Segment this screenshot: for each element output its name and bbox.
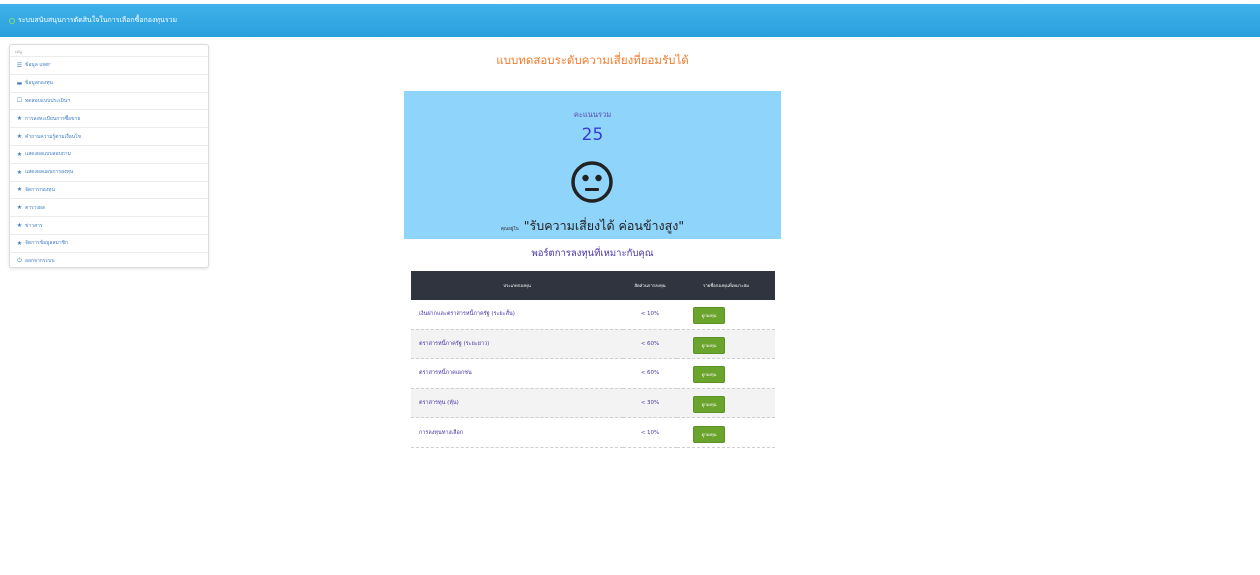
sidebar-item-label: ออกจากระบบ bbox=[25, 258, 55, 265]
sidebar-item-label: คำถามความรู้ตามเงื่อนไข bbox=[25, 133, 82, 140]
risk-result: คุณอยู่ใน "รับความเสี่ยงได้ ค่อนข้างสูง" bbox=[404, 215, 781, 236]
view-funds-button[interactable]: ดูกองทุน bbox=[693, 396, 725, 414]
sidebar-item-trade-registration[interactable]: ★ การลงทะเบียนการซื้อขาย bbox=[10, 109, 208, 127]
sidebar-item-label: ข้อมูล user bbox=[25, 62, 51, 69]
sidebar-item-label: แสดงผลแบบสอบถาม bbox=[25, 151, 71, 158]
star-icon: ★ bbox=[16, 204, 23, 212]
checkbox-icon: ☐ bbox=[16, 97, 23, 105]
brand-link[interactable]: ระบบสนับสนุนการตัดสินใจในการเลือกซื้อกอง… bbox=[9, 15, 177, 26]
sidebar-item-manage-members[interactable]: ★ จัดการข้อมูลสมาชิก bbox=[10, 233, 208, 252]
sidebar-item-label: ข้อมูลกองทุน bbox=[25, 80, 53, 87]
sidebar-item-survey-results[interactable]: ★ แสดงผลแบบสอบถาม bbox=[10, 144, 208, 163]
sidebar-item-label: จัดการกองทุน bbox=[25, 186, 55, 193]
circle-logo-icon bbox=[9, 17, 15, 24]
score-panel: คะแนนรวม 25 คุณอยู่ใน "รับความเสี่ยงได้ … bbox=[404, 91, 781, 239]
sidebar-item-investment-plan[interactable]: ★ แสดงผลแผนการลงทุน bbox=[10, 162, 208, 181]
table-header-row: ประเภทกองทุน สัดส่วนการลงทุน รายชื่อกองท… bbox=[411, 271, 775, 300]
fund-type-cell: ตราสารหนี้ภาครัฐ (ระยะยาว) bbox=[411, 329, 623, 360]
score-label: คะแนนรวม bbox=[573, 110, 612, 119]
sidebar-section-label: เมนู bbox=[15, 49, 22, 54]
sidebar-item-user-data[interactable]: ☰ ข้อมูล user bbox=[10, 56, 208, 74]
action-cell: ดูกองทุน bbox=[677, 388, 775, 419]
table-row: การลงทุนทางเลือก < 10% ดูกองทุน bbox=[411, 417, 775, 448]
sidebar-item-manage-funds[interactable]: ★ จัดการกองทุน bbox=[10, 180, 208, 199]
sidebar-item-label: แสดงผลแผนการลงทุน bbox=[25, 169, 74, 176]
star-icon: ★ bbox=[16, 168, 23, 176]
view-funds-button[interactable]: ดูกองทุน bbox=[693, 425, 725, 443]
app-title: ระบบสนับสนุนการตัดสินใจในการเลือกซื้อกอง… bbox=[18, 16, 178, 24]
top-navbar: ระบบสนับสนุนการตัดสินใจในการเลือกซื้อกอง… bbox=[0, 4, 1260, 37]
portfolio-table: ประเภทกองทุน สัดส่วนการลงทุน รายชื่อกองท… bbox=[411, 271, 775, 448]
neutral-face-icon bbox=[571, 161, 613, 203]
score-value: 25 bbox=[581, 125, 604, 145]
sidebar-item-label: ทดสอบแบบประเมินฯ bbox=[25, 97, 71, 104]
allocation-cell: < 30% bbox=[623, 388, 677, 419]
sidebar-item-fund-data[interactable]: ▬ ข้อมูลกองทุน bbox=[10, 73, 208, 92]
folder-icon: ▬ bbox=[16, 79, 23, 87]
star-icon: ★ bbox=[16, 222, 23, 230]
star-icon: ★ bbox=[16, 133, 23, 141]
column-header-suggested-funds: รายชื่อกองทุนที่เหมาะสม bbox=[677, 271, 775, 300]
star-icon: ★ bbox=[16, 239, 23, 247]
allocation-cell: < 10% bbox=[623, 417, 677, 448]
action-cell: ดูกองทุน bbox=[677, 417, 775, 448]
sidebar-item-knowledge-questions[interactable]: ★ คำถามความรู้ตามเงื่อนไข bbox=[10, 127, 208, 145]
list-icon: ☰ bbox=[16, 61, 23, 69]
view-funds-button[interactable]: ดูกองทุน bbox=[693, 366, 725, 384]
action-cell: ดูกองทุน bbox=[677, 329, 775, 360]
allocation-cell: < 60% bbox=[623, 358, 677, 389]
sidebar-item-logout[interactable]: ⏻ ออกจากระบบ bbox=[10, 251, 208, 270]
table-row: เงินฝากและตราสารหนี้ภาครัฐ (ระยะสั้น) < … bbox=[411, 300, 775, 330]
sidebar-item-assessment-test[interactable]: ☐ ทดสอบแบบประเมินฯ bbox=[10, 91, 208, 110]
sidebar-item-result-table[interactable]: ★ ตารางผล bbox=[10, 198, 208, 216]
table-row: ตราสารหนี้ภาครัฐ (ระยะยาว) < 60% ดูกองทุ… bbox=[411, 329, 775, 360]
fund-type-cell: ตราสารทุน (หุ้น) bbox=[411, 388, 623, 419]
sidebar-item-label: ตารางผล bbox=[25, 204, 45, 211]
sidebar-item-news[interactable]: ★ ข่าวสาร bbox=[10, 216, 208, 234]
view-funds-button[interactable]: ดูกองทุน bbox=[693, 336, 725, 354]
column-header-allocation: สัดส่วนการลงทุน bbox=[623, 271, 677, 300]
result-prefix: คุณอยู่ใน bbox=[500, 227, 519, 232]
table-row: ตราสารหนี้ภาคเอกชน < 60% ดูกองทุน bbox=[411, 358, 775, 389]
allocation-cell: < 60% bbox=[623, 329, 677, 360]
table-row: ตราสารทุน (หุ้น) < 30% ดูกองทุน bbox=[411, 388, 775, 419]
star-icon: ★ bbox=[16, 115, 23, 123]
result-text: "รับความเสี่ยงได้ ค่อนข้างสูง" bbox=[523, 218, 685, 233]
view-funds-button[interactable]: ดูกองทุน bbox=[693, 307, 725, 325]
portfolio-title: พอร์ตการลงทุนที่เหมาะกับคุณ bbox=[531, 248, 654, 259]
sidebar-menu: เมนู ☰ ข้อมูล user ▬ ข้อมูลกองทุน ☐ ทดสอ… bbox=[9, 44, 209, 268]
power-icon: ⏻ bbox=[17, 257, 22, 265]
action-cell: ดูกองทุน bbox=[677, 300, 775, 330]
allocation-cell: < 10% bbox=[623, 300, 677, 330]
sidebar-item-label: จัดการข้อมูลสมาชิก bbox=[25, 240, 69, 247]
sidebar-item-label: ข่าวสาร bbox=[25, 222, 43, 229]
fund-type-cell: การลงทุนทางเลือก bbox=[411, 417, 623, 448]
page-title: แบบทดสอบระดับความเสี่ยงที่ยอมรับได้ bbox=[496, 53, 689, 67]
fund-type-cell: เงินฝากและตราสารหนี้ภาครัฐ (ระยะสั้น) bbox=[411, 300, 623, 330]
fund-type-cell: ตราสารหนี้ภาคเอกชน bbox=[411, 358, 623, 389]
column-header-fund-type: ประเภทกองทุน bbox=[411, 271, 623, 300]
star-icon: ★ bbox=[16, 150, 23, 158]
sidebar-item-label: การลงทะเบียนการซื้อขาย bbox=[25, 115, 81, 122]
star-icon: ★ bbox=[16, 186, 23, 194]
action-cell: ดูกองทุน bbox=[677, 358, 775, 389]
